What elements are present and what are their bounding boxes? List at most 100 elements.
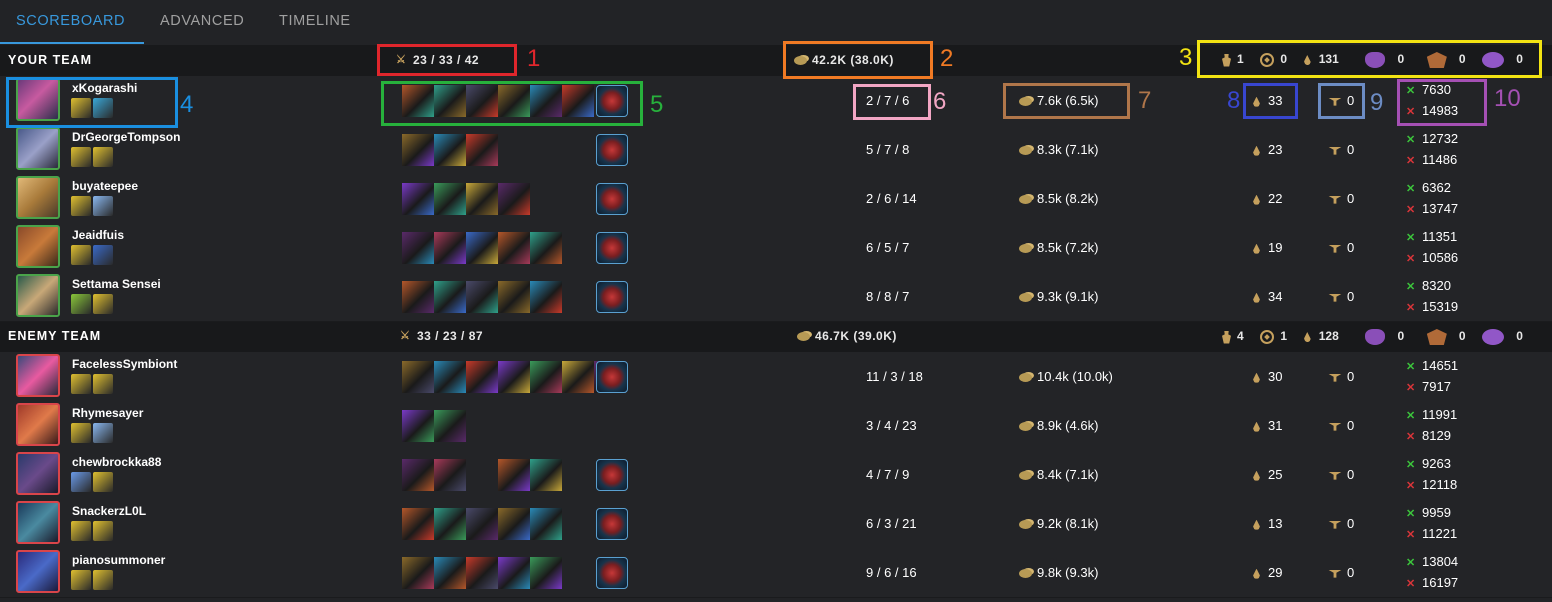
player-name[interactable]: Settama Sensei [72, 277, 161, 291]
summoner-spell-1-icon[interactable] [71, 196, 91, 216]
item-icon[interactable] [434, 361, 466, 393]
player-name[interactable]: Jeaidfuis [72, 228, 124, 242]
item-icon[interactable] [562, 361, 594, 393]
player-name[interactable]: DrGeorgeTompson [72, 130, 180, 144]
item-icon[interactable] [498, 281, 530, 313]
cs-icon [1253, 421, 1260, 432]
item-icon[interactable] [402, 183, 434, 215]
champion-portrait[interactable] [16, 127, 60, 170]
summoner-spell-1-icon[interactable] [71, 147, 91, 167]
tab-scoreboard[interactable]: SCOREBOARD [16, 0, 125, 44]
summoner-spell-1-icon[interactable] [71, 570, 91, 590]
item-icon[interactable] [498, 459, 530, 491]
summoner-spell-2-icon[interactable] [93, 374, 113, 394]
item-icon[interactable] [466, 134, 498, 166]
item-icon[interactable] [402, 134, 434, 166]
summoner-spell-2-icon[interactable] [93, 245, 113, 265]
summoner-spell-1-icon[interactable] [71, 521, 91, 541]
item-icon[interactable] [466, 281, 498, 313]
champion-portrait[interactable] [16, 501, 60, 544]
trinket-icon[interactable] [596, 459, 628, 491]
tab-timeline[interactable]: TIMELINE [279, 0, 351, 44]
item-icon[interactable] [434, 281, 466, 313]
item-icon[interactable] [434, 459, 466, 491]
item-icon[interactable] [466, 508, 498, 540]
item-icon[interactable] [402, 508, 434, 540]
player-row[interactable]: pianosummoner 9 / 6 / 16 9.8k (9.3k) 29 0 ✕ 13… [0, 548, 1552, 598]
item-icon[interactable] [466, 361, 498, 393]
player-row[interactable]: buyateepee 2 / 6 / 14 8.5k (8.2k) 22 0 ✕ 6362 ✕… [0, 174, 1552, 224]
champion-portrait[interactable] [16, 225, 60, 268]
player-name[interactable]: buyateepee [72, 179, 138, 193]
trinket-icon[interactable] [596, 361, 628, 393]
player-name[interactable]: chewbrockka88 [72, 455, 161, 469]
item-icon[interactable] [466, 183, 498, 215]
trinket-icon[interactable] [596, 508, 628, 540]
trinket-icon[interactable] [596, 232, 628, 264]
summoner-spell-2-icon[interactable] [93, 423, 113, 443]
champion-portrait[interactable] [16, 452, 60, 495]
item-icon[interactable] [498, 232, 530, 264]
champion-portrait[interactable] [16, 550, 60, 593]
item-icon[interactable] [402, 459, 434, 491]
summoner-spell-2-icon[interactable] [93, 570, 113, 590]
player-name[interactable]: pianosummoner [72, 553, 165, 567]
item-icon[interactable] [434, 410, 466, 442]
item-icon[interactable] [402, 232, 434, 264]
trinket-icon[interactable] [596, 183, 628, 215]
item-icon[interactable] [530, 281, 562, 313]
summoner-spell-1-icon[interactable] [71, 245, 91, 265]
trinket-icon[interactable] [596, 134, 628, 166]
player-name[interactable]: Rhymesayer [72, 406, 143, 420]
player-row[interactable]: Rhymesayer 3 / 4 / 23 8.9k (4.6k) 31 0 ✕ 11991… [0, 401, 1552, 451]
summoner-spell-2-icon[interactable] [93, 294, 113, 314]
player-gold: 8.3k (7.1k) [1019, 142, 1098, 157]
player-row[interactable]: Settama Sensei 8 / 8 / 7 9.3k (9.1k) 34 0 ✕ 83… [0, 272, 1552, 322]
player-row[interactable]: DrGeorgeTompson 5 / 7 / 8 8.3k (7.1k) 23 0 ✕ 1… [0, 125, 1552, 175]
summoner-spell-2-icon[interactable] [93, 521, 113, 541]
item-icon[interactable] [530, 232, 562, 264]
item-icon[interactable] [530, 459, 562, 491]
champion-portrait[interactable] [16, 354, 60, 397]
player-cs-value: 13 [1268, 516, 1283, 531]
summoner-spell-1-icon[interactable] [71, 374, 91, 394]
item-icon[interactable] [434, 183, 466, 215]
item-icon[interactable] [466, 557, 498, 589]
item-icon[interactable] [434, 508, 466, 540]
item-icon[interactable] [402, 361, 434, 393]
item-icon[interactable] [498, 183, 530, 215]
summoner-spell-1-icon[interactable] [71, 294, 91, 314]
summoner-spell-2-icon[interactable] [93, 196, 113, 216]
item-icon[interactable] [498, 508, 530, 540]
item-icon[interactable] [498, 361, 530, 393]
item-icon[interactable] [402, 557, 434, 589]
player-name[interactable]: FacelessSymbiont [72, 357, 177, 371]
item-icon[interactable] [530, 361, 562, 393]
item-icon[interactable] [434, 232, 466, 264]
summoner-spell-1-icon[interactable] [71, 423, 91, 443]
champion-portrait[interactable] [16, 176, 60, 219]
item-icon[interactable] [498, 557, 530, 589]
player-name[interactable]: SnackerzL0L [72, 504, 146, 518]
player-row[interactable]: Jeaidfuis 6 / 5 / 7 8.5k (7.2k) 19 0 ✕ 11351 ✕ 1… [0, 223, 1552, 273]
annotation-box-5 [381, 81, 643, 126]
item-icon[interactable] [402, 410, 434, 442]
item-icon[interactable] [402, 281, 434, 313]
tab-advanced[interactable]: ADVANCED [160, 0, 244, 44]
item-slots [402, 410, 466, 442]
summoner-spell-2-icon[interactable] [93, 472, 113, 492]
player-row[interactable]: FacelessSymbiont 11 / 3 / 18 10.4k (10.0k)… [0, 352, 1552, 402]
item-icon[interactable] [466, 232, 498, 264]
trinket-icon[interactable] [596, 281, 628, 313]
champion-portrait[interactable] [16, 274, 60, 317]
summoner-spell-2-icon[interactable] [93, 147, 113, 167]
item-icon[interactable] [434, 134, 466, 166]
player-row[interactable]: chewbrockka88 4 / 7 / 9 8.4k (7.1k) 25 0 ✕ 926… [0, 450, 1552, 500]
item-icon[interactable] [434, 557, 466, 589]
item-icon[interactable] [530, 557, 562, 589]
summoner-spell-1-icon[interactable] [71, 472, 91, 492]
champion-portrait[interactable] [16, 403, 60, 446]
item-icon[interactable] [530, 508, 562, 540]
trinket-icon[interactable] [596, 557, 628, 589]
player-row[interactable]: SnackerzL0L 6 / 3 / 21 9.2k (8.1k) 13 0 ✕ 9959… [0, 499, 1552, 549]
